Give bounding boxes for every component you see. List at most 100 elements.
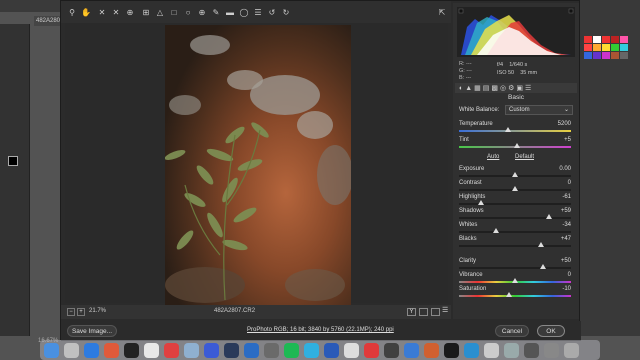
open-fullscreen-icon[interactable]: ⇱ [437, 7, 447, 17]
slider-thumb[interactable] [512, 278, 518, 283]
cancel-button[interactable]: Cancel [495, 325, 529, 337]
photos-icon[interactable] [104, 343, 119, 358]
preferences-icon[interactable]: ☰ [253, 7, 263, 17]
chrome-icon[interactable] [164, 343, 179, 358]
slider-value[interactable]: +50 [561, 258, 571, 264]
slider-track[interactable] [459, 130, 571, 132]
slider-row[interactable]: Exposure 0.00 [459, 166, 573, 178]
rotate-left-icon[interactable]: ↺ [267, 7, 277, 17]
app-icon[interactable] [484, 343, 499, 358]
slider-track[interactable] [459, 231, 571, 233]
slider-thumb[interactable] [512, 172, 518, 177]
slider-value[interactable]: -10 [562, 286, 571, 292]
image-preview-area[interactable] [65, 23, 448, 305]
slider-thumb[interactable] [506, 292, 513, 297]
word-icon[interactable] [324, 343, 339, 358]
slider-value[interactable]: +59 [561, 208, 571, 214]
launchpad-icon[interactable] [64, 343, 79, 358]
straighten-tool-icon[interactable]: △ [155, 7, 165, 17]
slider-thumb[interactable] [545, 214, 552, 219]
slider-row[interactable]: Shadows +59 [459, 208, 573, 220]
slider-track[interactable] [459, 217, 571, 219]
photoshop-icon[interactable] [204, 343, 219, 358]
color-sampler-icon[interactable]: ✕ [111, 7, 121, 17]
workflow-options-link[interactable]: ProPhoto RGB; 16 bit; 3840 by 5760 (22.1… [247, 327, 394, 333]
copy-settings-icon[interactable] [431, 308, 440, 316]
slider-track[interactable] [459, 295, 571, 297]
zoom-in-button[interactable]: + [77, 308, 85, 316]
app-icon[interactable] [404, 343, 419, 358]
slider-value[interactable]: 0.00 [559, 166, 571, 172]
slider-row[interactable]: Tint +5 [459, 137, 573, 149]
lightroom-icon[interactable] [244, 343, 259, 358]
app-icon[interactable] [524, 343, 539, 358]
ok-button[interactable]: OK [537, 325, 565, 337]
app-icon[interactable] [364, 343, 379, 358]
slider-track[interactable] [459, 267, 571, 269]
radial-filter-icon[interactable]: ◯ [239, 7, 249, 17]
menu-icon[interactable]: ☰ [442, 307, 450, 316]
slider-value[interactable]: 0 [568, 272, 571, 278]
slider-value[interactable]: +5 [564, 137, 571, 143]
spot-removal-icon[interactable]: ○ [183, 7, 193, 17]
foreground-color-swatch[interactable] [8, 156, 18, 166]
adjustment-brush-icon[interactable]: ✎ [211, 7, 221, 17]
zoom-tool-icon[interactable]: ⚲ [67, 7, 77, 17]
zoom-level[interactable]: 21.7% [89, 308, 106, 314]
slider-thumb[interactable] [540, 264, 546, 269]
downloads-icon[interactable] [544, 343, 559, 358]
messages-icon[interactable] [304, 343, 319, 358]
white-balance-tool-icon[interactable]: ✕ [97, 7, 107, 17]
slider-row[interactable]: Clarity +50 [459, 258, 573, 270]
slider-row[interactable]: Vibrance 0 [459, 272, 573, 284]
app-icon[interactable] [464, 343, 479, 358]
calendar-icon[interactable] [144, 343, 159, 358]
slider-thumb[interactable] [514, 143, 521, 148]
slider-value[interactable]: 5200 [558, 121, 571, 127]
app-icon[interactable] [424, 343, 439, 358]
slider-thumb[interactable] [512, 186, 518, 191]
slider-row[interactable]: Saturation -10 [459, 286, 573, 298]
slider-row[interactable]: Blacks +47 [459, 236, 573, 248]
app-icon[interactable] [384, 343, 399, 358]
transform-tool-icon[interactable]: □ [169, 7, 179, 17]
auto-link[interactable]: Auto [487, 154, 499, 160]
default-link[interactable]: Default [515, 154, 534, 160]
slider-row[interactable]: Contrast 0 [459, 180, 573, 192]
app-icon[interactable] [504, 343, 519, 358]
slider-row[interactable]: Highlights -61 [459, 194, 573, 206]
slider-thumb[interactable] [537, 242, 544, 247]
white-balance-select[interactable]: Custom ⌄ [505, 105, 573, 115]
swap-icon[interactable] [419, 308, 428, 316]
app-icon[interactable] [344, 343, 359, 358]
slider-value[interactable]: -34 [562, 222, 571, 228]
panel-tab-icons[interactable]: ◐▲▦▤▩◎⚙▣☰ [459, 84, 533, 92]
slider-value[interactable]: -61 [562, 194, 571, 200]
document-tab[interactable]: 482A2807 [34, 16, 63, 26]
app-icon[interactable] [124, 343, 139, 358]
slider-thumb[interactable] [505, 127, 512, 132]
slider-track[interactable] [459, 203, 571, 205]
zoom-out-button[interactable]: − [67, 308, 75, 316]
app-icon[interactable] [224, 343, 239, 358]
before-after-icon[interactable]: Y [407, 308, 416, 316]
app-icon[interactable] [444, 343, 459, 358]
slider-value[interactable]: 0 [568, 180, 571, 186]
slider-row[interactable]: Temperature 5200 [459, 121, 573, 133]
slider-row[interactable]: Whites -34 [459, 222, 573, 234]
save-image-button[interactable]: Save Image... [67, 325, 117, 337]
targeted-adjustment-icon[interactable]: ⊕ [125, 7, 135, 17]
slider-thumb[interactable] [478, 200, 485, 205]
hand-tool-icon[interactable]: ✋ [81, 7, 91, 17]
safari-icon[interactable] [84, 343, 99, 358]
app-icon[interactable] [264, 343, 279, 358]
slider-track[interactable] [459, 245, 571, 247]
graduated-filter-icon[interactable]: ▬ [225, 7, 235, 17]
rotate-right-icon[interactable]: ↻ [281, 7, 291, 17]
slider-thumb[interactable] [492, 228, 499, 233]
spotify-icon[interactable] [284, 343, 299, 358]
preview-icon[interactable] [184, 343, 199, 358]
slider-value[interactable]: +47 [561, 236, 571, 242]
red-eye-icon[interactable]: ⊕ [197, 7, 207, 17]
finder-icon[interactable] [44, 343, 59, 358]
